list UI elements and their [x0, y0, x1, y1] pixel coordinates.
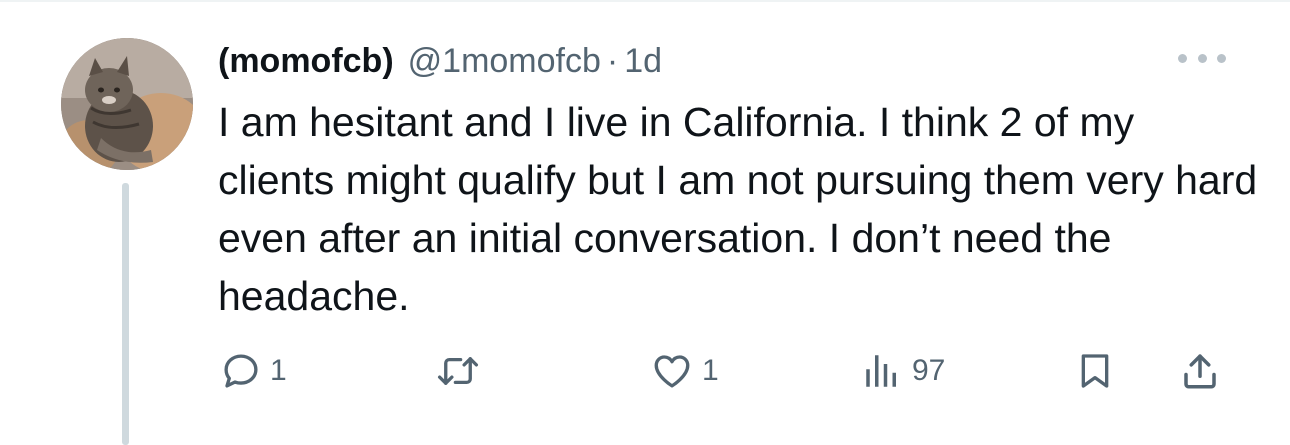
- username-handle[interactable]: @1momofcb: [408, 42, 601, 81]
- bookmark-icon: [1081, 354, 1109, 388]
- like-button[interactable]: 1: [650, 348, 719, 394]
- views-icon: [866, 355, 896, 387]
- views-count: 97: [912, 354, 946, 387]
- reply-count: 1: [270, 354, 287, 387]
- retweet-icon: [437, 357, 479, 385]
- share-button[interactable]: [1178, 348, 1222, 394]
- like-count: 1: [702, 354, 719, 387]
- more-icon[interactable]: [1178, 48, 1226, 68]
- more-dot: [1178, 53, 1187, 63]
- retweet-button[interactable]: [435, 348, 481, 394]
- avatar[interactable]: [61, 38, 193, 170]
- display-name[interactable]: (momofcb): [218, 42, 394, 81]
- timestamp[interactable]: 1d: [624, 42, 662, 81]
- separator-dot: ·: [606, 41, 619, 80]
- thread-line: [122, 183, 129, 445]
- share-icon: [1184, 354, 1216, 389]
- views-button[interactable]: 97: [860, 348, 945, 394]
- reply-button[interactable]: 1: [220, 348, 287, 394]
- reply-icon: [224, 354, 258, 388]
- top-divider: [0, 0, 1290, 2]
- more-dot: [1197, 53, 1207, 63]
- bookmark-button[interactable]: [1075, 348, 1115, 394]
- more-dot: [1217, 53, 1226, 63]
- heart-icon: [654, 355, 690, 388]
- tweet-text: I am hesitant and I live in California. …: [218, 99, 1258, 319]
- tweet-header: (momofcb) @1momofcb · 1d: [218, 38, 662, 84]
